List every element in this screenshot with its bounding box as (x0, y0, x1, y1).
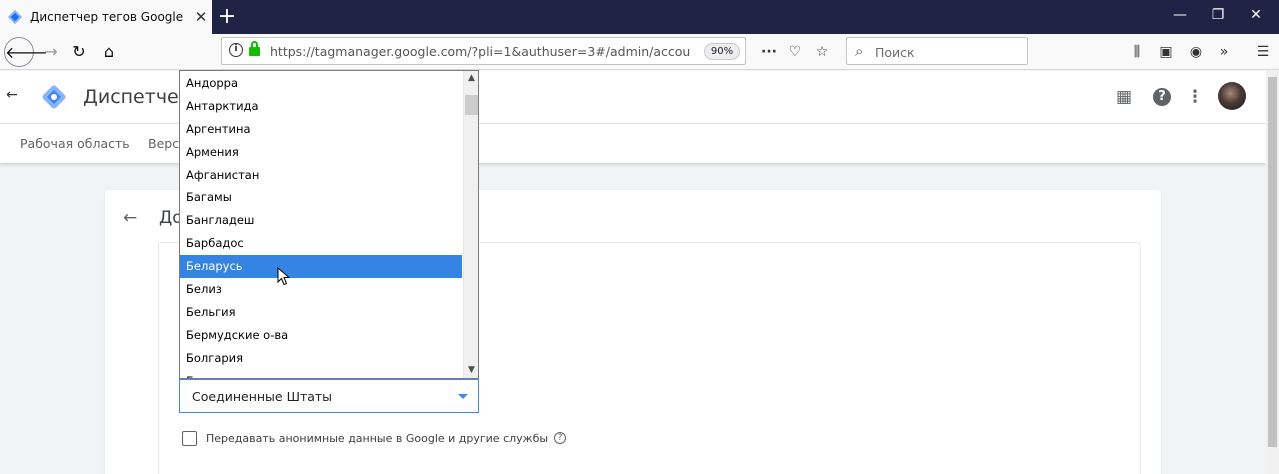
page-title: Добавить аккаунт (159, 208, 179, 228)
bookmark-star-icon[interactable]: ☆ (810, 37, 834, 67)
list-item[interactable]: Афганистан (180, 164, 462, 187)
share-data-label[interactable]: Передавать анонимные данные в Google и д… (206, 432, 548, 445)
share-data-row: Передавать анонимные данные в Google и д… (182, 428, 567, 448)
account-icon[interactable]: ◉ (1184, 37, 1208, 67)
pocket-icon[interactable]: ♡ (783, 37, 807, 67)
info-icon[interactable]: i (229, 43, 243, 57)
list-item-selected[interactable]: Беларусь (180, 255, 462, 279)
back-icon[interactable]: 🡐 (4, 37, 48, 67)
search-bar[interactable]: ⌕ (846, 37, 1028, 65)
browser-navbar: 🡐 → ↻ ⌂ i https://tagmanager.google.com/… (0, 34, 1279, 70)
new-tab-button[interactable]: + (216, 3, 238, 31)
tab-workspace[interactable]: Рабочая область (20, 136, 130, 151)
share-data-checkbox[interactable] (182, 430, 197, 446)
list-item[interactable]: Багамы (180, 186, 462, 209)
address-bar[interactable]: i https://tagmanager.google.com/?pli=1&a… (221, 37, 746, 65)
kebab-icon[interactable]: ⋮ (1183, 85, 1207, 109)
overflow-icon[interactable]: » (1212, 37, 1236, 67)
apps-grid-icon[interactable]: ▦ (1112, 85, 1136, 109)
reload-icon[interactable]: ↻ (64, 37, 94, 67)
avatar[interactable] (1218, 82, 1246, 110)
header-back-icon[interactable]: ← (6, 87, 22, 103)
dropdown-scrollbar[interactable]: ▲ ▼ (463, 71, 478, 378)
scroll-down-icon[interactable]: ▼ (464, 363, 478, 378)
search-icon: ⌕ (855, 42, 864, 60)
mouse-cursor-icon (277, 267, 291, 286)
list-item[interactable]: Антарктида (180, 95, 462, 118)
tab-title: Диспетчер тегов Google (30, 10, 184, 24)
browser-tab[interactable]: Диспетчер тегов Google ✕ (0, 0, 212, 34)
url-text[interactable]: https://tagmanager.google.com/?pli=1&aut… (270, 44, 690, 59)
list-item[interactable]: Бермудские о-ва (180, 324, 462, 347)
sidebar-icon[interactable]: ▣ (1154, 37, 1178, 67)
tab-close-icon[interactable]: ✕ (190, 8, 212, 26)
tab-versions[interactable]: Версии (148, 136, 180, 151)
country-dropdown-list[interactable]: Андорра Антарктида Аргентина Армения Афг… (179, 70, 479, 379)
zoom-level-badge[interactable]: 90% (704, 43, 740, 60)
lock-icon (249, 41, 260, 56)
maximize-button[interactable]: ❐ (1198, 0, 1238, 30)
list-item[interactable]: Боливия (180, 370, 462, 378)
country-select-value: Соединенные Штаты (192, 389, 333, 404)
browser-titlebar: Диспетчер тегов Google ✕ + — ❐ ✕ (0, 0, 1279, 34)
home-icon[interactable]: ⌂ (94, 37, 124, 67)
search-input[interactable] (875, 43, 1015, 61)
library-icon[interactable]: ⫼ (1125, 37, 1149, 67)
page-scrollbar[interactable] (1266, 71, 1279, 474)
list-item[interactable]: Аргентина (180, 118, 462, 141)
more-icon[interactable]: ··· (757, 37, 781, 67)
card-back-icon[interactable]: ← (123, 208, 137, 228)
gtm-favicon-icon (7, 9, 23, 25)
list-item[interactable]: Белиз (180, 278, 462, 301)
dropdown-arrow-icon (458, 394, 468, 399)
list-item[interactable]: Бангладеш (180, 209, 462, 232)
list-item[interactable]: Барбадос (180, 232, 462, 255)
list-item[interactable]: Бельгия (180, 301, 462, 324)
minimize-button[interactable]: — (1160, 0, 1200, 30)
country-options: Андорра Антарктида Аргентина Армения Афг… (180, 72, 462, 378)
scrollbar-thumb[interactable] (465, 95, 478, 115)
country-select[interactable]: Соединенные Штаты (179, 379, 479, 413)
forward-icon[interactable]: → (36, 37, 66, 67)
menu-icon[interactable]: ☰ (1251, 37, 1275, 67)
list-item[interactable]: Болгария (180, 347, 462, 370)
help-circle-icon[interactable]: ? (554, 432, 567, 444)
app-title: Диспетчер тегов Google (83, 86, 179, 108)
gtm-logo-icon (41, 84, 67, 110)
list-item[interactable]: Армения (180, 141, 462, 164)
scroll-up-icon[interactable]: ▲ (464, 71, 478, 86)
help-icon[interactable]: ? (1153, 88, 1171, 106)
list-item[interactable]: Андорра (180, 72, 462, 95)
close-window-button[interactable]: ✕ (1236, 0, 1276, 30)
